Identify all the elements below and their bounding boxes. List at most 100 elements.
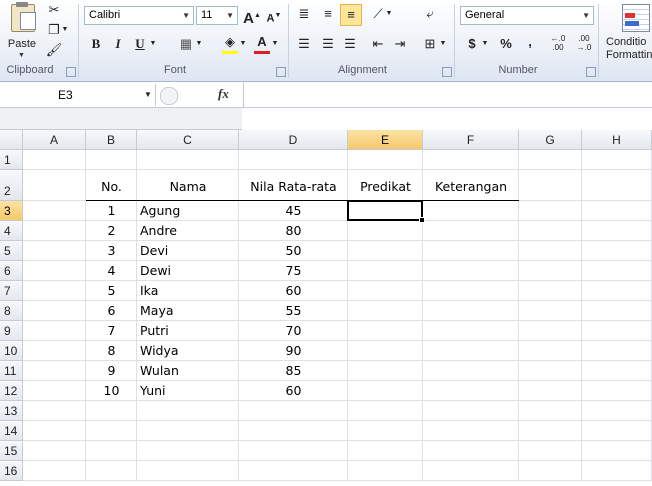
percent-button[interactable]: % — [496, 34, 516, 54]
dialog-launcher-icon[interactable] — [442, 67, 452, 77]
selected-cell-e3[interactable] — [347, 200, 423, 221]
cell[interactable] — [519, 361, 582, 381]
chevron-down-icon[interactable]: ▼ — [238, 34, 248, 54]
row-header-8[interactable]: 8 — [0, 301, 23, 321]
row-header-15[interactable]: 15 — [0, 441, 23, 461]
cell[interactable] — [582, 201, 652, 221]
cell[interactable] — [23, 201, 86, 221]
cell[interactable] — [239, 461, 348, 481]
row-header-3[interactable]: 3 — [0, 201, 23, 221]
chevron-down-icon[interactable]: ▼ — [60, 20, 70, 40]
cell[interactable] — [519, 170, 582, 201]
cell[interactable] — [86, 421, 137, 441]
cell[interactable] — [423, 381, 519, 401]
row-header-16[interactable]: 16 — [0, 461, 23, 481]
insert-function-button[interactable]: fx — [218, 85, 240, 105]
name-box[interactable]: E3 ▼ — [0, 84, 156, 106]
cell[interactable] — [348, 281, 423, 301]
cell[interactable] — [519, 461, 582, 481]
cell[interactable] — [137, 461, 239, 481]
font-color-button[interactable]: A — [252, 32, 272, 52]
underline-button[interactable]: U — [130, 34, 150, 54]
comma-button[interactable]: , — [520, 32, 540, 52]
cell[interactable] — [23, 421, 86, 441]
cell[interactable] — [519, 441, 582, 461]
bold-button[interactable]: B — [86, 34, 106, 54]
formula-bar-handle[interactable] — [160, 87, 178, 105]
chevron-down-icon[interactable]: ▼ — [384, 4, 394, 24]
chevron-down-icon[interactable]: ▼ — [148, 34, 158, 54]
align-bottom-icon[interactable]: ≡ — [340, 4, 362, 26]
shrink-font-button[interactable]: A▼ — [264, 6, 284, 26]
cell[interactable] — [582, 221, 652, 241]
cell[interactable] — [23, 361, 86, 381]
cell[interactable] — [23, 221, 86, 241]
cell[interactable] — [423, 301, 519, 321]
cell[interactable] — [239, 421, 348, 441]
cell[interactable] — [23, 150, 86, 170]
increase-indent-icon[interactable]: ⇥ — [390, 34, 410, 54]
paste-button[interactable]: Paste ▼ — [2, 2, 42, 60]
column-header-a[interactable]: A — [23, 130, 86, 150]
cell[interactable] — [519, 221, 582, 241]
dialog-launcher-icon[interactable] — [66, 67, 76, 77]
align-right-icon[interactable]: ☰ — [340, 34, 360, 54]
cell[interactable] — [423, 361, 519, 381]
row-header-13[interactable]: 13 — [0, 401, 23, 421]
cell[interactable] — [423, 241, 519, 261]
row-header-14[interactable]: 14 — [0, 421, 23, 441]
cell[interactable] — [23, 441, 86, 461]
format-painter-icon[interactable]: 🖌 — [44, 40, 64, 60]
row-header-10[interactable]: 10 — [0, 341, 23, 361]
formula-input[interactable] — [243, 82, 652, 108]
cell[interactable] — [23, 301, 86, 321]
cell[interactable] — [348, 261, 423, 281]
align-top-icon[interactable]: ≣ — [294, 4, 314, 24]
row-header-12[interactable]: 12 — [0, 381, 23, 401]
cell[interactable] — [23, 321, 86, 341]
cell[interactable] — [582, 241, 652, 261]
row-header-11[interactable]: 11 — [0, 361, 23, 381]
cell[interactable] — [519, 261, 582, 281]
cell[interactable] — [519, 401, 582, 421]
cell[interactable] — [348, 321, 423, 341]
fill-color-icon[interactable]: ◈ — [220, 32, 240, 52]
cell[interactable] — [423, 461, 519, 481]
cell[interactable] — [582, 321, 652, 341]
cell[interactable] — [137, 421, 239, 441]
cell[interactable] — [519, 201, 582, 221]
cell[interactable] — [519, 421, 582, 441]
row-header-9[interactable]: 9 — [0, 321, 23, 341]
cell[interactable] — [348, 241, 423, 261]
cell[interactable] — [423, 261, 519, 281]
chevron-down-icon[interactable]: ▼ — [194, 34, 204, 54]
cell[interactable] — [582, 441, 652, 461]
increase-decimal-button[interactable]: ←.0 .00 — [548, 34, 568, 54]
cell[interactable] — [23, 461, 86, 481]
dialog-launcher-icon[interactable] — [586, 67, 596, 77]
cell[interactable] — [423, 321, 519, 341]
cell[interactable] — [348, 461, 423, 481]
cell[interactable] — [582, 421, 652, 441]
cell[interactable] — [137, 150, 239, 170]
column-header-f[interactable]: F — [423, 130, 519, 150]
wrap-text-icon[interactable]: ⤶ — [420, 4, 440, 24]
cell[interactable] — [137, 401, 239, 421]
row-header-2[interactable]: 2 — [0, 170, 23, 201]
grow-font-button[interactable]: A▲ — [242, 6, 262, 27]
column-header-d[interactable]: D — [239, 130, 348, 150]
cell[interactable] — [582, 281, 652, 301]
align-center-icon[interactable]: ☰ — [318, 34, 338, 54]
cell[interactable] — [519, 321, 582, 341]
fill-handle[interactable] — [419, 217, 425, 223]
currency-button[interactable]: $ — [462, 34, 482, 54]
cell[interactable] — [519, 241, 582, 261]
column-header-c[interactable]: C — [137, 130, 239, 150]
cell[interactable] — [582, 341, 652, 361]
cell[interactable] — [582, 461, 652, 481]
row-header-4[interactable]: 4 — [0, 221, 23, 241]
cell[interactable] — [23, 381, 86, 401]
font-name-combo[interactable]: Calibri ▼ — [84, 6, 194, 25]
cell[interactable] — [582, 401, 652, 421]
cell[interactable] — [86, 461, 137, 481]
